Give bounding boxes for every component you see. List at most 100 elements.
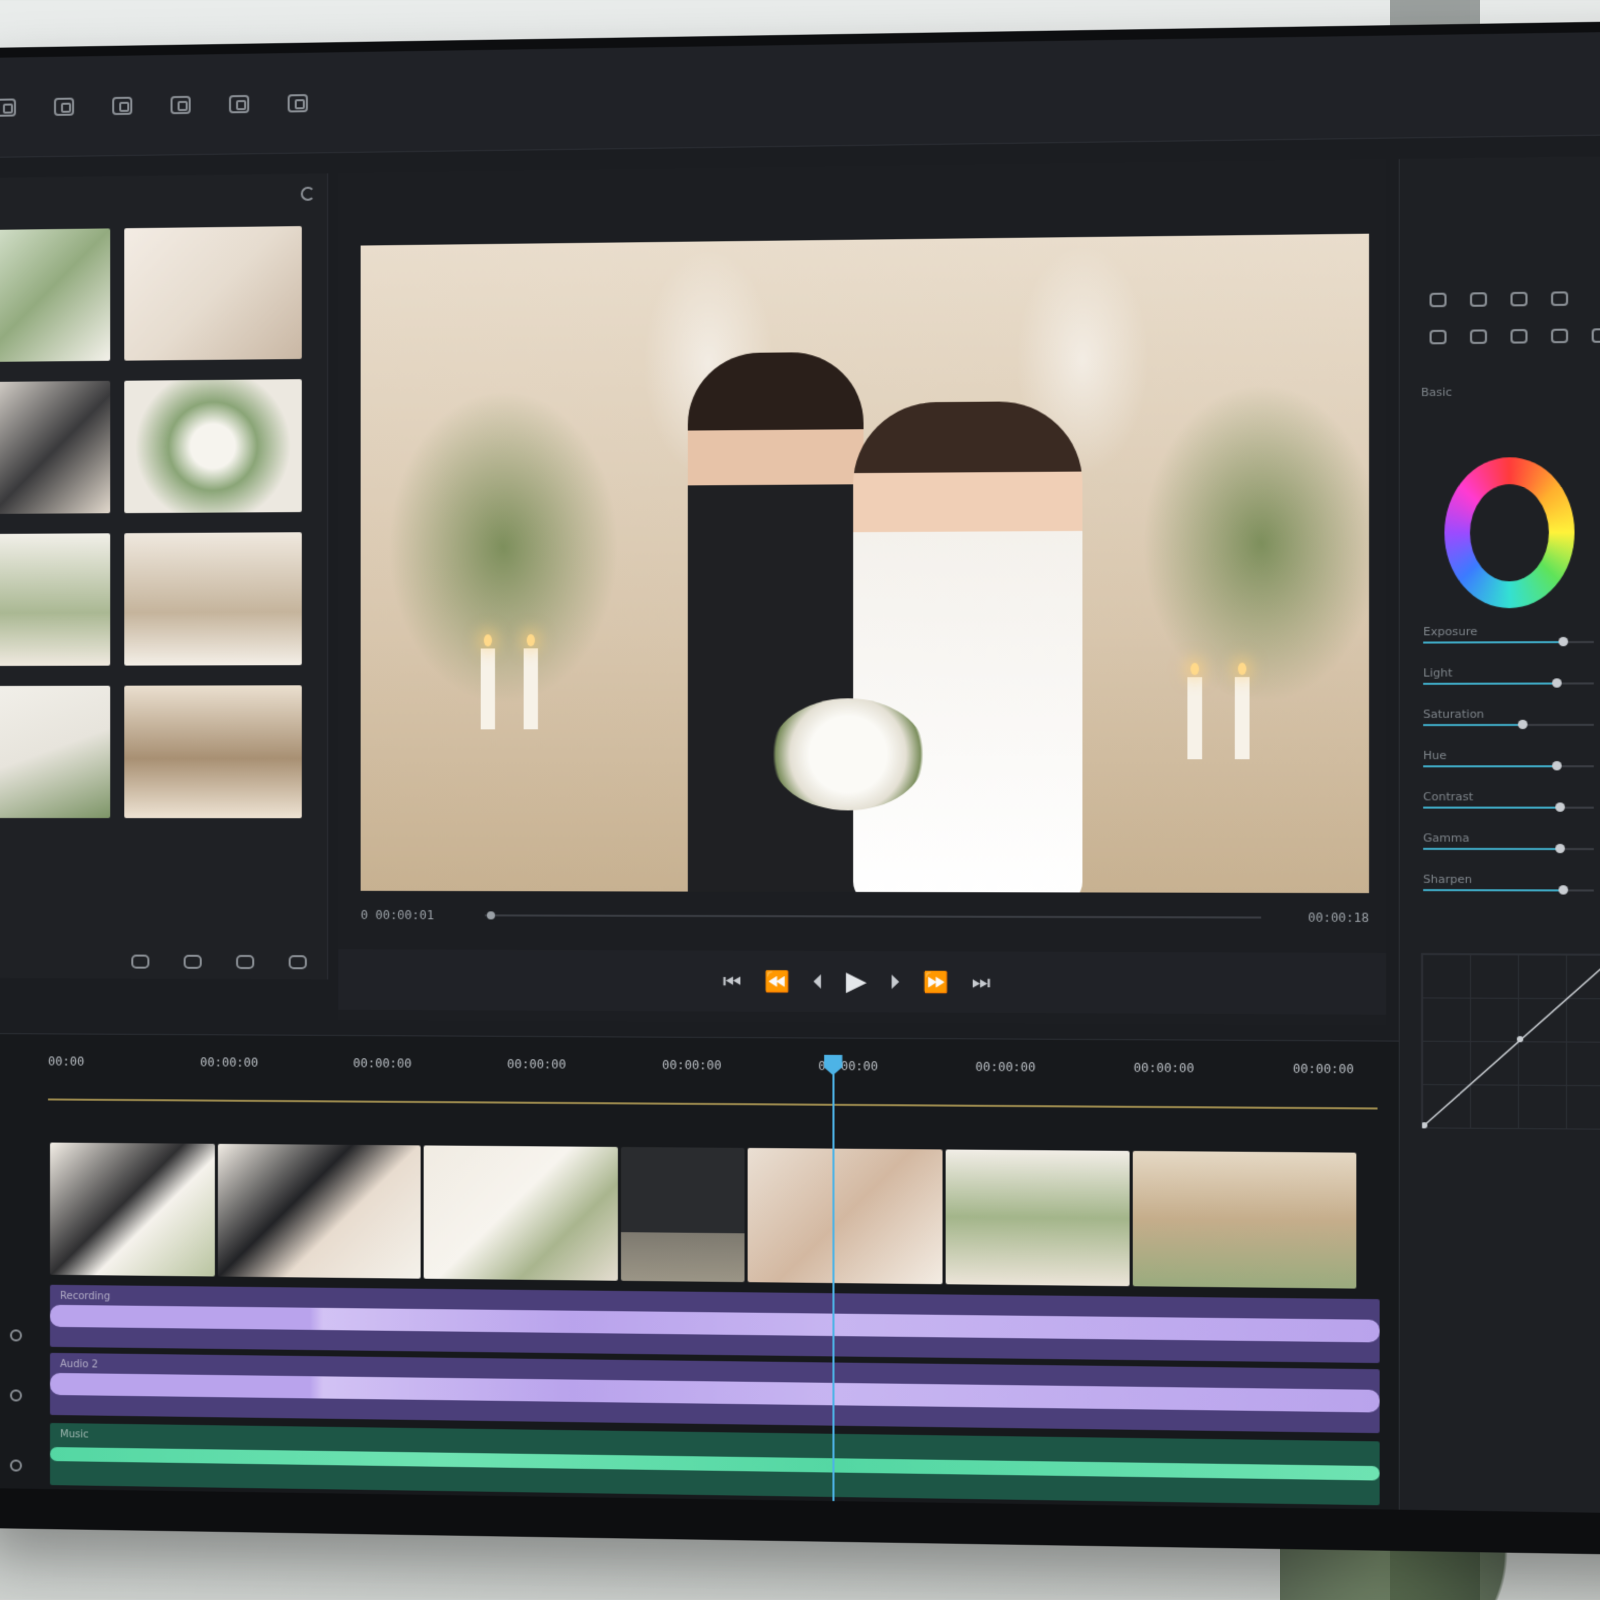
video-clip[interactable] <box>946 1149 1130 1286</box>
preview-viewer: 0 00:00:01 00:00:18 ⏮ ⏪ ⏴ ▶ ⏵ ⏩ ⏭ <box>338 159 1386 1025</box>
slider-handle[interactable] <box>1559 885 1569 894</box>
slider-handle[interactable] <box>1552 761 1562 770</box>
fast-forward-icon[interactable]: ⏩ <box>923 972 949 993</box>
time-ruler[interactable]: 00:00 00:00:00 00:00:00 00:00:00 00:00:00 00:… <box>48 1054 1378 1113</box>
play-icon[interactable]: ▶ <box>846 968 867 995</box>
bouquet <box>770 698 926 810</box>
curve-point[interactable] <box>1517 1036 1523 1042</box>
scrub-bar: 0 00:00:01 00:00:18 <box>361 895 1369 939</box>
curve-icon[interactable] <box>1510 329 1527 344</box>
monitor: 0 00:00:01 00:00:18 ⏮ ⏪ ⏴ ▶ ⏵ ⏩ ⏭ Basic … <box>0 20 1600 1556</box>
slider-handle[interactable] <box>1559 637 1569 646</box>
track-header <box>0 1434 46 1497</box>
editor-screen: 0 00:00:01 00:00:18 ⏮ ⏪ ⏴ ▶ ⏵ ⏩ ⏭ Basic … <box>0 31 1600 1514</box>
slider-fill <box>1423 641 1563 643</box>
color-wheel[interactable] <box>1444 457 1574 609</box>
refresh-icon[interactable] <box>301 187 315 201</box>
settings-icon[interactable] <box>288 94 308 112</box>
slider-label: Gamma <box>1423 831 1469 844</box>
media-thumbnail[interactable] <box>124 532 302 665</box>
camera-icon[interactable] <box>236 955 254 969</box>
import-icon[interactable] <box>131 955 149 969</box>
export-icon[interactable] <box>171 95 191 113</box>
preview-frame[interactable] <box>361 234 1369 893</box>
slider-handle[interactable] <box>1552 678 1562 687</box>
inspector-tabs <box>1400 304 1600 344</box>
slider-fill <box>1423 848 1559 850</box>
video-clip[interactable] <box>1133 1151 1357 1289</box>
audio-track-1[interactable]: Recording <box>50 1285 1380 1363</box>
media-thumbnail[interactable] <box>124 685 302 818</box>
crop-icon[interactable] <box>1430 293 1447 308</box>
slider-fill <box>1423 889 1563 891</box>
track-header <box>0 1304 46 1367</box>
adjustment-slider[interactable] <box>1423 807 1594 809</box>
media-icon[interactable] <box>0 98 16 116</box>
color-icon[interactable] <box>1510 292 1527 307</box>
ruler-tick: 00:00:00 <box>662 1058 722 1073</box>
adjustment-slider[interactable] <box>1423 724 1594 726</box>
media-thumbnail[interactable] <box>124 379 302 513</box>
file-icon[interactable] <box>112 96 132 114</box>
transform-icon[interactable] <box>1470 292 1487 307</box>
effects-icon[interactable] <box>1592 328 1600 343</box>
slider-fill <box>1423 807 1559 809</box>
top-toolbar <box>0 31 1600 158</box>
slider-handle[interactable] <box>1518 720 1528 729</box>
scrub-handle[interactable] <box>487 911 495 919</box>
ruler-ticks: 00:00 00:00:00 00:00:00 00:00:00 00:00:00 00:… <box>48 1054 1378 1062</box>
levels-icon[interactable] <box>1430 330 1447 345</box>
media-thumbnail[interactable] <box>0 533 110 666</box>
skip-to-start-icon[interactable]: ⏮ <box>723 971 742 991</box>
timeline-scrollbar[interactable] <box>50 1513 1380 1514</box>
wheel-icon[interactable] <box>1470 329 1487 344</box>
video-clip[interactable] <box>50 1143 215 1277</box>
audio-track-2[interactable]: Audio 2 <box>50 1353 1380 1433</box>
music-track[interactable]: Music <box>50 1423 1380 1505</box>
inspector-toolbar <box>1400 155 1600 308</box>
media-thumbnail[interactable] <box>0 228 110 362</box>
adjustment-slider[interactable] <box>1423 765 1594 767</box>
document-icon[interactable] <box>229 94 249 112</box>
rewind-icon[interactable]: ⏪ <box>764 971 790 991</box>
ruler-tick: 00:00:00 <box>200 1055 258 1069</box>
speaker-icon[interactable] <box>10 1459 22 1471</box>
mask-icon[interactable] <box>1551 329 1568 344</box>
speaker-icon[interactable] <box>10 1329 22 1341</box>
media-thumbnail[interactable] <box>124 226 302 361</box>
tone-curve[interactable] <box>1421 953 1600 1130</box>
audio-icon[interactable] <box>1551 291 1568 306</box>
link-icon[interactable] <box>184 955 202 969</box>
speaker-icon[interactable] <box>10 1389 22 1401</box>
ruler-tick: 00:00:00 <box>507 1057 566 1072</box>
video-clip[interactable] <box>621 1147 745 1282</box>
video-clip[interactable] <box>218 1144 421 1279</box>
candle <box>1235 677 1250 759</box>
record-icon[interactable] <box>289 955 307 969</box>
slider-handle[interactable] <box>1555 802 1565 811</box>
audio-waveform <box>50 1373 1380 1413</box>
skip-to-end-icon[interactable]: ⏭ <box>972 972 991 993</box>
scrub-track[interactable] <box>485 914 1261 918</box>
slider-handle[interactable] <box>1555 844 1565 853</box>
next-frame-icon[interactable]: ⏵ <box>889 972 899 992</box>
color-inspector: Basic Exposure20Light10SaturationHueCont… <box>1399 155 1600 1514</box>
adjustment-slider[interactable] <box>1423 682 1594 684</box>
audio-waveform <box>50 1447 1380 1481</box>
current-timecode: 0 00:00:01 <box>361 908 473 922</box>
adjustment-slider[interactable] <box>1423 889 1594 891</box>
video-clip[interactable] <box>424 1145 618 1280</box>
media-grid <box>0 226 327 818</box>
transport-controls: ⏮ ⏪ ⏴ ▶ ⏵ ⏩ ⏭ <box>338 949 1386 1015</box>
adjustment-slider[interactable] <box>1423 848 1594 850</box>
media-thumbnail[interactable] <box>0 381 110 514</box>
audio-clip-name: Recording <box>60 1291 110 1303</box>
video-icon[interactable] <box>54 97 74 115</box>
playhead[interactable] <box>832 1059 834 1514</box>
previous-frame-icon[interactable]: ⏴ <box>813 971 823 991</box>
media-thumbnail[interactable] <box>0 686 110 818</box>
slider-fill <box>1423 682 1556 684</box>
video-clip[interactable] <box>748 1148 943 1284</box>
tone-curve-line <box>1422 954 1600 1131</box>
adjustment-slider[interactable] <box>1423 641 1594 644</box>
